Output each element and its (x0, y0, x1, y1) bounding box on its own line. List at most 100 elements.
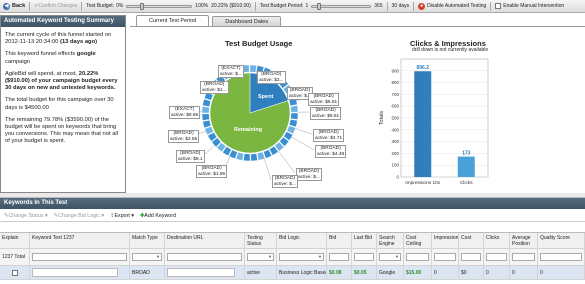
filter-cell (277, 249, 327, 265)
status-cell: active (245, 266, 277, 279)
y-tick-label: 500 (391, 116, 399, 121)
enable-manual-intervention-toggle[interactable]: Enable Manual Intervention (495, 3, 564, 9)
filter-input[interactable] (354, 253, 374, 261)
pie-callout-match: (BROAD) (318, 130, 339, 135)
summary-spend: AgileBid will spend, at most, 20.22% ($9… (5, 70, 118, 92)
filter-dropdown[interactable] (247, 253, 274, 261)
keywords-section-title: Keywords In This Test (0, 198, 585, 209)
filter-input[interactable] (32, 253, 127, 261)
pie-callout-label: (BROAD) active: $... (296, 168, 322, 182)
column-header[interactable]: Cost Ceiling (404, 233, 432, 248)
search-engine-cell: Google (377, 266, 404, 279)
filter-input[interactable] (406, 253, 429, 261)
pie-label-remaining: Remaining (234, 127, 262, 133)
y-tick-label: 0 (396, 175, 399, 180)
column-header[interactable]: Impressions (432, 233, 459, 248)
export-button[interactable]: ⇪ Export ▾ (110, 213, 134, 219)
test-budget-max: 100% (195, 3, 209, 9)
test-budget-slider-handle[interactable] (139, 2, 144, 10)
filter-cell (245, 249, 277, 265)
change-status-button[interactable]: ✎ Change Status ▾ (4, 213, 48, 219)
test-budget-slider[interactable] (126, 2, 193, 10)
column-header[interactable]: Cost (459, 233, 484, 248)
filter-input[interactable] (167, 253, 242, 261)
cost-ceiling-cell: $15.00 (404, 266, 432, 279)
checkbox[interactable] (495, 3, 502, 9)
table-row[interactable]: BROAD active Business Logic Based $0.08 $0.0… (0, 266, 585, 280)
column-header[interactable]: Testing Status (245, 233, 277, 248)
stop-icon: ● (418, 2, 426, 10)
y-tick-label: 200 (391, 151, 399, 156)
pie-callout-match: (EXACT) (175, 107, 195, 112)
pie-callout-label: (BROAD) active: $9.61 (310, 107, 342, 121)
pie-leader-line (278, 151, 296, 174)
y-tick-label: 700 (391, 92, 399, 97)
pie-callout-match: (BROAD) (298, 169, 320, 174)
column-header[interactable]: Last Bid (352, 233, 377, 248)
divider (413, 1, 415, 11)
pie-callout-value: active: $2.56 (170, 136, 198, 142)
filter-dropdown[interactable] (279, 253, 324, 261)
confirm-changes-button[interactable]: ✔ Confirm Changes (34, 3, 77, 9)
quality-score-cell: 0 (538, 266, 585, 279)
divider (29, 1, 31, 11)
column-header[interactable]: Quality Score (538, 233, 585, 248)
pie-ring-segment (290, 105, 299, 113)
filter-cell (352, 249, 377, 265)
disable-automated-testing-button[interactable]: ● Disable Automated Testing (418, 2, 486, 10)
period-value: 30 days (391, 3, 410, 9)
column-header[interactable]: Clicks (484, 233, 510, 248)
test-budget-label: Test Budget: (86, 3, 115, 9)
pie-ring-segment (243, 153, 251, 162)
summary-remaining: The remaining 79.78% ($3590.00) of the b… (5, 116, 118, 145)
test-budget-period-slider[interactable] (311, 2, 372, 10)
keywords-toolbar: ✎ Change Status ▾ ✎ Change Bid Logic ▾ ⇪… (0, 211, 585, 222)
keyword-text-cell (30, 266, 130, 279)
pie-callout-value: active: $5.81 (310, 99, 338, 105)
pie-ring-segment (250, 153, 258, 162)
filter-input[interactable] (434, 253, 456, 261)
pie-callout-value: active: $... (298, 174, 320, 180)
y-tick-label: 400 (391, 127, 399, 132)
period-max: 365 (374, 3, 383, 9)
column-header[interactable]: Bid Logic (277, 233, 327, 248)
destination-url-cell (165, 266, 245, 279)
bid-logic-cell: Business Logic Based (277, 266, 327, 279)
filter-cell (404, 249, 432, 265)
bar (457, 156, 475, 177)
filter-input[interactable] (512, 253, 535, 261)
filter-dropdown[interactable] (132, 253, 162, 261)
column-header[interactable]: Keyword Text 1237 (30, 233, 130, 248)
total-count: 1237 Total (0, 249, 30, 265)
filter-input[interactable] (329, 253, 349, 261)
y-tick-label: 800 (391, 80, 399, 85)
back-button[interactable]: ◀ Back (3, 2, 25, 10)
column-header[interactable]: Match Type (130, 233, 165, 248)
filter-input[interactable] (486, 253, 507, 261)
column-header[interactable]: Search Engine (377, 233, 404, 248)
filter-input[interactable] (461, 253, 481, 261)
pie-callout-match: (BROAD) (274, 176, 296, 181)
column-header[interactable]: Destination URL (165, 233, 245, 248)
pie-callout-label: (BROAD) active: $2.56 (168, 130, 200, 144)
column-header[interactable]: Average Position (510, 233, 538, 248)
divider (386, 1, 388, 11)
period-slider-handle[interactable] (316, 2, 321, 10)
column-header[interactable]: Explain (0, 233, 30, 248)
add-keyword-button[interactable]: ✚ Add Keyword (140, 213, 176, 219)
filter-cell (459, 249, 484, 265)
column-header[interactable]: Bid (327, 233, 352, 248)
filter-input[interactable] (540, 253, 582, 261)
pie-ring-segment (288, 119, 298, 128)
change-bid-logic-button[interactable]: ✎ Change Bid Logic ▾ (54, 213, 104, 219)
pie-leader-line (295, 128, 313, 135)
pie-callout-label: (BROAD) active: $1... (200, 81, 229, 95)
y-tick-label: 600 (391, 104, 399, 109)
pie-callout-value: active: $1.96 (198, 171, 226, 177)
bar-value-label: 896.2 (416, 65, 429, 71)
filter-dropdown[interactable] (379, 253, 401, 261)
pie-ring-segment (202, 98, 212, 107)
pie-callout-value: active: $9.61 (312, 113, 340, 119)
divider (81, 1, 83, 11)
row-checkbox[interactable] (11, 269, 18, 276)
